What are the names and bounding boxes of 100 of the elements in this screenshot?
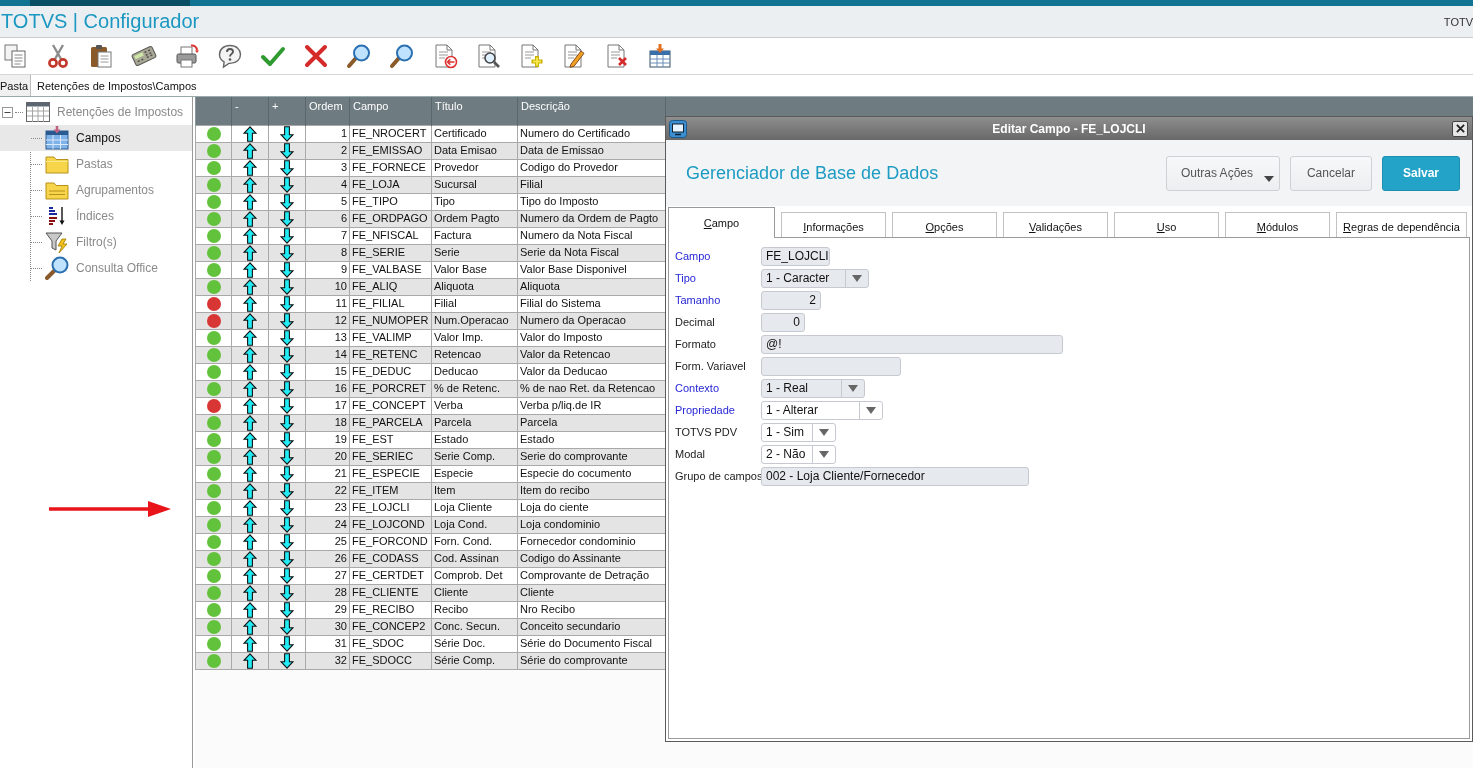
arrow-down-icon[interactable] xyxy=(280,567,294,584)
arrow-up-icon[interactable] xyxy=(243,550,257,567)
arrow-up-icon[interactable] xyxy=(243,397,257,414)
tab[interactable]: Uso xyxy=(1114,212,1219,237)
tab[interactable]: Validações xyxy=(1003,212,1108,237)
arrow-down-icon[interactable] xyxy=(280,142,294,159)
arrow-up-icon[interactable] xyxy=(243,278,257,295)
arrow-down-icon[interactable] xyxy=(280,329,294,346)
arrow-up-icon[interactable] xyxy=(243,227,257,244)
arrow-up-icon[interactable] xyxy=(243,312,257,329)
arrow-up-icon[interactable] xyxy=(243,346,257,363)
arrow-down-icon[interactable] xyxy=(280,601,294,618)
arrow-down-icon[interactable] xyxy=(280,618,294,635)
dropdown-field[interactable]: 1 - Alterar xyxy=(761,400,883,420)
tab[interactable]: Campo xyxy=(668,207,775,238)
arrow-up-icon[interactable] xyxy=(243,142,257,159)
close-button[interactable] xyxy=(1452,120,1468,137)
folder-lines-icon xyxy=(45,180,69,200)
tree-item[interactable]: Consulta Office xyxy=(0,255,192,281)
more-actions-button[interactable]: Outras Ações xyxy=(1165,155,1280,191)
column-header[interactable]: Título xyxy=(431,97,518,125)
field-label: Grupo de campos xyxy=(675,470,761,482)
arrow-down-icon[interactable] xyxy=(280,380,294,397)
tree-item[interactable]: Filtro(s) xyxy=(0,229,192,255)
column-header[interactable]: + xyxy=(268,97,306,125)
column-header[interactable]: Descrição xyxy=(517,97,666,125)
arrow-up-icon[interactable] xyxy=(243,193,257,210)
arrow-down-icon[interactable] xyxy=(280,482,294,499)
arrow-down-icon[interactable] xyxy=(280,550,294,567)
path-field[interactable]: Retenções de Impostos\Campos xyxy=(30,75,1473,96)
tab[interactable]: Opções xyxy=(892,212,997,237)
arrow-up-icon[interactable] xyxy=(243,482,257,499)
arrow-down-icon[interactable] xyxy=(280,193,294,210)
arrow-down-icon[interactable] xyxy=(280,227,294,244)
table-cell: FE_LOJCOND xyxy=(349,516,432,533)
dropdown-field[interactable]: 2 - Não xyxy=(761,444,836,464)
arrow-down-icon[interactable] xyxy=(280,125,294,142)
tab[interactable]: Regras de dependência xyxy=(1336,212,1467,237)
arrow-up-icon[interactable] xyxy=(243,499,257,516)
table-cell: FE_CLIENTE xyxy=(349,584,432,601)
tree-item[interactable]: Campos xyxy=(0,125,192,151)
arrow-down-icon[interactable] xyxy=(280,346,294,363)
arrow-up-icon[interactable] xyxy=(243,380,257,397)
arrow-down-icon[interactable] xyxy=(280,584,294,601)
arrow-down-icon[interactable] xyxy=(280,295,294,312)
arrow-down-icon[interactable] xyxy=(280,159,294,176)
arrow-down-icon[interactable] xyxy=(280,516,294,533)
arrow-down-icon[interactable] xyxy=(280,397,294,414)
arrow-up-icon[interactable] xyxy=(243,584,257,601)
tab[interactable]: Módulos xyxy=(1225,212,1330,237)
tree-item[interactable]: Pastas xyxy=(0,151,192,177)
arrow-up-icon[interactable] xyxy=(243,618,257,635)
arrow-up-icon[interactable] xyxy=(243,465,257,482)
arrow-down-icon[interactable] xyxy=(280,499,294,516)
arrow-up-icon[interactable] xyxy=(243,601,257,618)
field-label: Decimal xyxy=(675,316,716,328)
arrow-down-icon[interactable] xyxy=(280,244,294,261)
arrow-up-icon[interactable] xyxy=(243,533,257,550)
column-header[interactable]: Ordem xyxy=(305,97,350,125)
arrow-up-icon[interactable] xyxy=(243,329,257,346)
arrow-up-icon[interactable] xyxy=(243,244,257,261)
arrow-up-icon[interactable] xyxy=(243,159,257,176)
arrow-down-icon[interactable] xyxy=(280,278,294,295)
sort-icon xyxy=(48,206,66,226)
tree-item[interactable]: Retenções de Impostos xyxy=(0,99,192,125)
arrow-down-icon[interactable] xyxy=(280,363,294,380)
arrow-down-icon[interactable] xyxy=(280,431,294,448)
tab[interactable]: Informações xyxy=(781,212,886,237)
arrow-up-icon[interactable] xyxy=(243,261,257,278)
arrow-down-icon[interactable] xyxy=(280,465,294,482)
arrow-up-icon[interactable] xyxy=(243,431,257,448)
arrow-down-icon[interactable] xyxy=(280,176,294,193)
collapse-icon[interactable] xyxy=(2,106,13,118)
arrow-up-icon[interactable] xyxy=(243,363,257,380)
cancel-button[interactable]: Cancelar xyxy=(1289,155,1372,191)
arrow-up-icon[interactable] xyxy=(243,295,257,312)
arrow-down-icon[interactable] xyxy=(280,448,294,465)
tree-item[interactable]: Índices xyxy=(0,203,192,229)
arrow-up-icon[interactable] xyxy=(243,210,257,227)
table-cell: Cliente xyxy=(431,584,518,601)
table-cell: 6 xyxy=(305,210,350,227)
arrow-down-icon[interactable] xyxy=(280,635,294,652)
column-header[interactable]: - xyxy=(231,97,269,125)
arrow-down-icon[interactable] xyxy=(280,533,294,550)
arrow-up-icon[interactable] xyxy=(243,125,257,142)
arrow-up-icon[interactable] xyxy=(243,414,257,431)
arrow-down-icon[interactable] xyxy=(280,261,294,278)
arrow-down-icon[interactable] xyxy=(280,652,294,669)
arrow-down-icon[interactable] xyxy=(280,210,294,227)
arrow-up-icon[interactable] xyxy=(243,567,257,584)
arrow-down-icon[interactable] xyxy=(280,312,294,329)
tree-item[interactable]: Agrupamentos xyxy=(0,177,192,203)
dropdown-field[interactable]: 1 - Sim xyxy=(761,422,836,442)
column-header[interactable]: Campo xyxy=(349,97,432,125)
arrow-up-icon[interactable] xyxy=(243,448,257,465)
arrow-up-icon[interactable] xyxy=(243,635,257,652)
arrow-up-icon[interactable] xyxy=(243,516,257,533)
arrow-up-icon[interactable] xyxy=(243,652,257,669)
arrow-down-icon[interactable] xyxy=(280,414,294,431)
arrow-up-icon[interactable] xyxy=(243,176,257,193)
